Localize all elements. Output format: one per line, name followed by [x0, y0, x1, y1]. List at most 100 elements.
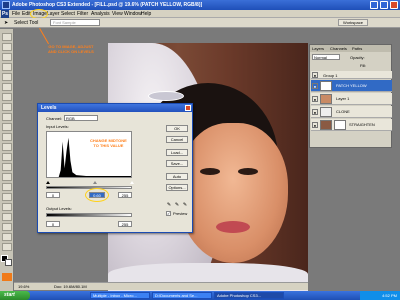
midtone-highlight [85, 188, 109, 202]
visibility-eye-icon[interactable]: ● [312, 72, 318, 78]
options-bar: ➤ Select Tool Font Sample Workspace [0, 18, 400, 28]
white-point-slider[interactable] [130, 181, 134, 184]
quick-mask-icon[interactable] [2, 273, 12, 281]
layer-thumbnail [320, 120, 332, 130]
notes-tool-icon[interactable] [2, 213, 12, 221]
zoom-level[interactable]: 19.6% [18, 284, 29, 289]
layer-row-patch-yellow[interactable]: ● PATCH YELLOW [311, 80, 392, 92]
layer-name: CLONE [336, 109, 350, 114]
output-white-field[interactable]: 255 [118, 221, 132, 227]
toolbox [0, 29, 14, 291]
history-brush-icon[interactable] [2, 123, 12, 131]
tool-preset-icon[interactable]: ➤ [4, 20, 8, 26]
levels-close-button[interactable] [185, 105, 191, 111]
menu-analysis[interactable]: Analysis [91, 11, 110, 17]
menu-filter[interactable]: Filter [77, 11, 88, 17]
lasso-tool-icon[interactable] [2, 53, 12, 61]
move-tool-icon[interactable] [2, 33, 12, 41]
visibility-eye-icon[interactable]: ● [312, 122, 318, 128]
background-color-swatch[interactable] [5, 259, 12, 266]
cancel-button[interactable]: Cancel [166, 136, 188, 143]
task-outlook[interactable]: Multiple - Inbox - Micro... [90, 292, 150, 299]
left-eye-image [200, 168, 220, 175]
task-photoshop[interactable]: Adobe Photoshop CS3... [214, 292, 284, 299]
ok-button[interactable]: OK [166, 125, 188, 132]
input-black-field[interactable]: 0 [46, 192, 60, 198]
menu-window[interactable]: Window [124, 11, 142, 17]
marquee-tool-icon[interactable] [2, 43, 12, 51]
taskbar: start Multiple - Inbox - Micro... D:\Doc… [0, 291, 400, 300]
start-button[interactable]: start [0, 291, 30, 300]
path-select-icon[interactable] [2, 193, 12, 201]
options-field[interactable]: Font Sample [50, 19, 100, 26]
blend-mode-select[interactable]: Normal [312, 54, 340, 60]
hand-tool-icon[interactable] [2, 233, 12, 241]
channel-select[interactable]: RGB [64, 115, 98, 121]
tab-channels[interactable]: Channels [330, 46, 347, 51]
input-levels-label: Input Levels: [46, 124, 69, 129]
gradient-tool-icon[interactable] [2, 143, 12, 151]
save-button[interactable]: Save... [166, 160, 188, 167]
title-bar: Adobe Photoshop CS3 Extended - [FILL.psd… [0, 0, 400, 10]
right-eye-image [238, 168, 258, 175]
visibility-eye-icon[interactable]: ● [312, 83, 318, 89]
type-tool-icon[interactable] [2, 183, 12, 191]
fill-row: Fill: [312, 62, 391, 68]
healing-tool-icon[interactable] [2, 93, 12, 101]
layer-row-straighten[interactable]: ● STRAIGHTEN [311, 119, 392, 131]
gray-eyedropper-icon[interactable]: ✎ [174, 202, 180, 208]
input-white-field[interactable]: 255 [118, 192, 132, 198]
output-black-field[interactable]: 0 [46, 221, 60, 227]
doc-size: Doc: 19.6M/80.1M [54, 284, 87, 289]
stamp-tool-icon[interactable] [2, 113, 12, 121]
eraser-tool-icon[interactable] [2, 133, 12, 141]
menu-file[interactable]: File [12, 11, 20, 17]
black-eyedropper-icon[interactable]: ✎ [166, 202, 172, 208]
pen-tool-icon[interactable] [2, 173, 12, 181]
menu-view[interactable]: View [112, 11, 123, 17]
midtone-slider[interactable] [93, 181, 97, 184]
group-name: Group 1 [323, 73, 338, 78]
maximize-button[interactable] [380, 1, 388, 9]
minimize-button[interactable] [370, 1, 378, 9]
layer-name: PATCH YELLOW [336, 83, 367, 88]
workspace-button[interactable]: Workspace [338, 19, 368, 26]
layer-row-clone[interactable]: ● CLONE [311, 106, 392, 118]
levels-dialog-title: Levels [38, 104, 192, 112]
layer-row-layer-1[interactable]: ● Layer 1 [311, 93, 392, 105]
system-tray: 4:52 PM [360, 291, 400, 300]
zoom-tool-icon[interactable] [2, 243, 12, 251]
white-eyedropper-icon[interactable]: ✎ [182, 202, 188, 208]
eyedropper-tool-icon[interactable] [2, 223, 12, 231]
dodge-tool-icon[interactable] [2, 163, 12, 171]
close-button[interactable] [390, 1, 398, 9]
brush-tool-icon[interactable] [2, 103, 12, 111]
auto-button[interactable]: Auto [166, 173, 188, 180]
levels-tip-text: CHANGE MIDTONE TO THIS VALUE [90, 138, 127, 148]
lips-image [216, 221, 250, 233]
menu-layer[interactable]: Layer [47, 11, 60, 17]
layer-group-row[interactable]: ● Group 1 [311, 71, 392, 79]
preview-checkbox[interactable]: ✓ [166, 211, 171, 216]
menu-help[interactable]: Help [141, 11, 151, 17]
output-gradient-bar [46, 213, 132, 217]
face-image [178, 123, 288, 263]
layer-thumbnail [320, 81, 332, 91]
visibility-eye-icon[interactable]: ● [312, 109, 318, 115]
load-button[interactable]: Load... [166, 149, 188, 156]
black-point-slider[interactable] [46, 181, 50, 184]
task-explorer[interactable]: D:\Documents and Se... [152, 292, 212, 299]
tab-layers[interactable]: Layers [312, 46, 324, 51]
layer-name: STRAIGHTEN [349, 122, 375, 127]
photoshop-app-icon [2, 1, 10, 9]
magic-wand-tool-icon[interactable] [2, 63, 12, 71]
crop-tool-icon[interactable] [2, 73, 12, 81]
menu-select[interactable]: Select [61, 11, 75, 17]
shape-tool-icon[interactable] [2, 203, 12, 211]
blur-tool-icon[interactable] [2, 153, 12, 161]
visibility-eye-icon[interactable]: ● [312, 96, 318, 102]
tab-paths[interactable]: Paths [352, 46, 362, 51]
slice-tool-icon[interactable] [2, 83, 12, 91]
status-bar: 19.6% Doc: 19.6M/80.1M [14, 282, 308, 290]
options-button[interactable]: Options... [166, 184, 188, 191]
